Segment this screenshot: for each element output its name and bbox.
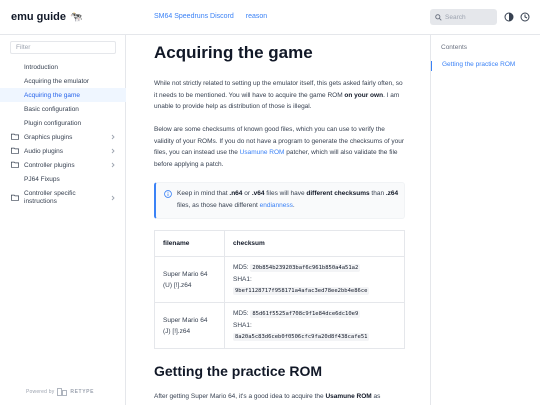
column-header-filename: filename	[154, 230, 225, 257]
sidebar-item-acquiring-game[interactable]: Acquiring the game	[0, 88, 126, 102]
bold-text: Usamune ROM	[325, 393, 372, 400]
bold-text: different checksums	[306, 190, 370, 197]
sha1-label: SHA1:	[233, 322, 252, 329]
checksum-cell: MD5: 20b854b239203baf6c961b850a4a51a2 SH…	[224, 256, 405, 303]
sidebar-filter-input[interactable]	[10, 41, 116, 54]
sidebar-item-acquiring-emulator[interactable]: Acquiring the emulator	[0, 74, 126, 88]
brand-name[interactable]: emu guide	[11, 11, 66, 23]
sha1-label: SHA1:	[233, 276, 252, 283]
md5-value: 20b854b239203baf6c961b850a4a51a2	[250, 264, 361, 272]
table-of-contents: Contents Getting the practice ROM	[430, 35, 540, 405]
site-brand[interactable]: emu guide 🐄	[11, 11, 82, 23]
sidebar-item-label: Acquiring the emulator	[24, 77, 90, 85]
sidebar-item-plugin-configuration[interactable]: Plugin configuration	[0, 116, 126, 130]
chevron-right-icon[interactable]	[110, 162, 116, 168]
table-row: Super Mario 64 (J) [!].z64 MD5: 85d61f55…	[154, 302, 405, 349]
sidebar-item-controller-specific[interactable]: Controller specific instructions	[0, 186, 126, 210]
sidebar-item-audio-plugins[interactable]: Audio plugins	[0, 144, 126, 158]
chevron-right-icon[interactable]	[110, 195, 116, 201]
page-title: Acquiring the game	[154, 43, 313, 62]
sidebar-item-label: Graphics plugins	[24, 133, 73, 141]
chevron-right-icon[interactable]	[110, 134, 116, 140]
section-heading-practice-rom: Getting the practice ROM	[154, 363, 323, 379]
sha1-value: 8a20a5c83d6ceb0f0506cfc9fa20d8f438cafe51	[233, 333, 370, 341]
info-icon	[164, 190, 172, 198]
text-run: After getting Super Mario 64, it's a goo…	[154, 393, 326, 400]
bold-text: .n64	[229, 190, 243, 197]
bold-text: on your own	[344, 91, 384, 99]
column-header-checksum: checksum	[224, 230, 405, 257]
filename-cell: Super Mario 64 (U) [!].z64	[154, 256, 225, 303]
folder-icon	[11, 161, 19, 168]
text-run: as	[371, 393, 381, 400]
sidebar-nav: Introduction Acquiring the emulator Acqu…	[0, 60, 126, 210]
practice-rom-paragraph: After getting Super Mario 64, it's a goo…	[154, 391, 406, 403]
intro-paragraph: While not strictly related to setting up…	[154, 78, 406, 113]
cow-logo-icon: 🐄	[70, 11, 83, 23]
sidebar-item-introduction[interactable]: Introduction	[0, 60, 126, 74]
folder-icon	[11, 194, 19, 201]
chevron-right-icon[interactable]	[110, 148, 116, 154]
table-row: Super Mario 64 (U) [!].z64 MD5: 20b854b2…	[154, 256, 405, 303]
callout-text: Keep in mind that .n64 or .v64 files wil…	[177, 188, 399, 211]
table-header-row: filename checksum	[154, 230, 405, 257]
info-callout: Keep in mind that .n64 or .v64 files wil…	[154, 182, 405, 219]
bold-text: .v64	[251, 190, 265, 197]
header-links: SM64 Speedruns Discord reason	[154, 13, 267, 20]
text-run: .	[292, 201, 295, 209]
md5-label: MD5:	[233, 264, 249, 271]
theme-toggle-icon[interactable]	[504, 12, 514, 22]
search-icon	[435, 13, 442, 21]
sidebar-item-label: Controller plugins	[24, 161, 75, 169]
main-content: Acquiring the game While not strictly re…	[127, 35, 425, 405]
folder-icon	[11, 133, 19, 140]
history-icon[interactable]	[520, 12, 530, 22]
text-run: files, as those have different	[177, 201, 260, 209]
text-run: or	[242, 190, 252, 197]
search-box[interactable]	[430, 9, 497, 25]
checksum-paragraph: Below are some checksums of known good f…	[154, 124, 406, 170]
usamune-rom-link[interactable]: Usamune ROM	[240, 149, 285, 156]
sidebar-item-pj64-fixups[interactable]: PJ64 Fixups	[0, 172, 126, 186]
sidebar-item-label: Plugin configuration	[24, 119, 82, 127]
sidebar-item-label: Basic configuration	[24, 105, 79, 113]
header-link-reason[interactable]: reason	[246, 13, 267, 20]
powered-by-brand: RETYPE	[70, 389, 95, 395]
sidebar-item-graphics-plugins[interactable]: Graphics plugins	[0, 130, 126, 144]
endianness-link[interactable]: endianness	[260, 202, 293, 209]
toc-item-practice-rom[interactable]: Getting the practice ROM	[431, 61, 515, 71]
md5-value: 85d61f5525af708c9f1e84dce6dc10e9	[250, 310, 361, 318]
text-run: Keep in mind that	[177, 190, 230, 197]
sidebar-item-label: PJ64 Fixups	[24, 175, 60, 183]
sha1-value: 9bef1128717f958171a4afac3ed78ee2bb4e86ce	[233, 287, 370, 295]
sidebar-item-label: Audio plugins	[24, 147, 64, 155]
top-header: emu guide 🐄 SM64 Speedruns Discord reaso…	[0, 0, 540, 35]
bold-text: .z64	[385, 190, 399, 197]
folder-icon	[11, 147, 19, 154]
sidebar-item-basic-configuration[interactable]: Basic configuration	[0, 102, 126, 116]
sidebar-item-label: Acquiring the game	[24, 91, 81, 99]
search-input[interactable]	[445, 13, 495, 21]
sidebar-item-label: Introduction	[24, 63, 58, 71]
filename-cell: Super Mario 64 (J) [!].z64	[154, 302, 225, 349]
sidebar: Introduction Acquiring the emulator Acqu…	[0, 35, 126, 405]
powered-by-label: Powered by	[26, 389, 55, 395]
toc-heading: Contents	[441, 44, 468, 51]
retype-logo-icon	[57, 388, 68, 396]
sidebar-item-label: Controller specific instructions	[24, 190, 76, 205]
powered-by[interactable]: Powered by RETYPE	[26, 388, 94, 396]
checksum-cell: MD5: 85d61f5525af708c9f1e84dce6dc10e9 SH…	[224, 302, 405, 349]
md5-label: MD5:	[233, 310, 249, 317]
checksum-table: filename checksum Super Mario 64 (U) [!]…	[154, 230, 405, 349]
sidebar-item-controller-plugins[interactable]: Controller plugins	[0, 158, 126, 172]
header-link-discord[interactable]: SM64 Speedruns Discord	[154, 13, 234, 20]
text-run: files will have	[264, 190, 307, 197]
text-run: than	[369, 190, 386, 197]
